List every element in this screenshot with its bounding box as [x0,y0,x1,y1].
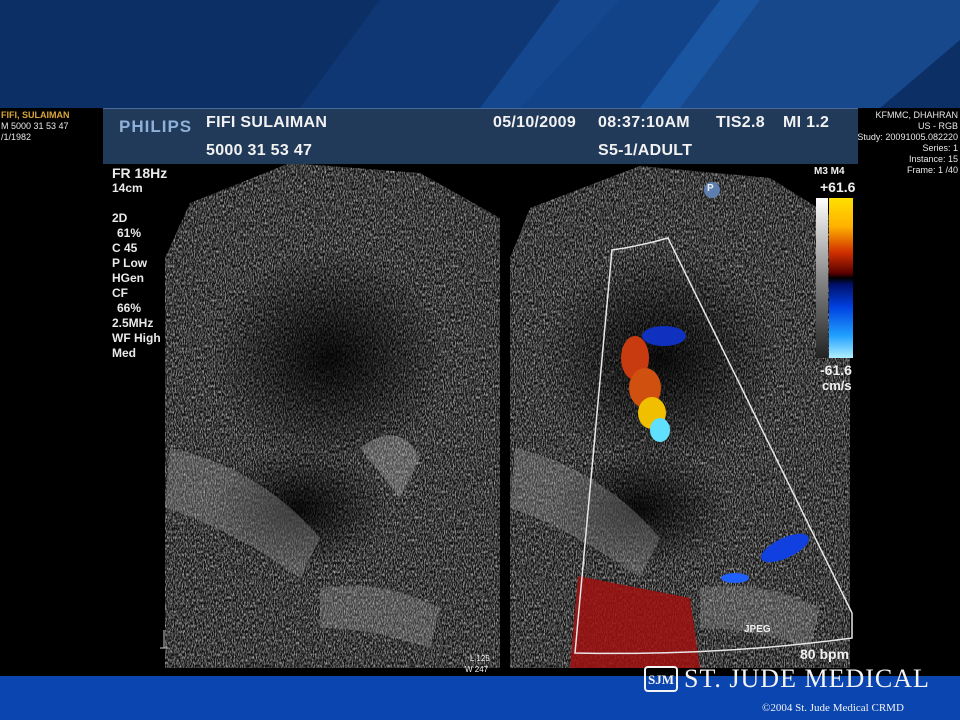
right-study-info: KFMMC, DHAHRAN US - RGB Study: 20091005.… [857,110,958,176]
footer-brand: ST. JUDE MEDICAL [684,664,930,693]
exam-time: 08:37:10AM [598,114,690,131]
frame: Frame: 1 /40 [906,165,958,175]
left-patient-name: FIFI, SULAIMAN [1,110,70,120]
gain-cf: 66% [117,301,142,315]
ultrasound-images [160,163,853,668]
level-value: L 125 [470,654,490,663]
footer-copyright: ©2004 St. Jude Medical CRMD [762,702,904,714]
echo-screen: FIFI, SULAIMAN M 5000 31 53 47 /1/1982 K… [0,108,960,676]
grayscale-bar [816,198,828,358]
heart-rate: 80 bpm [800,646,850,662]
depth: 14cm [112,181,143,195]
frequency: 2.5MHz [112,316,154,330]
left-patient-info: FIFI, SULAIMAN M 5000 31 53 47 /1/1982 [1,110,70,143]
velocity-max: +61.6 [820,179,856,195]
probe-preset: S5-1/ADULT [598,142,693,159]
compress: C 45 [112,241,138,255]
patient-name: FIFI SULAIMAN [206,114,328,131]
velocity-min: -61.6 [820,362,852,378]
mode-cf: CF [112,286,128,300]
institution: KFMMC, DHAHRAN [875,110,959,120]
left-patient-id: M 5000 31 53 47 [1,121,69,131]
colormap-label: M3 M4 [814,166,845,177]
right-color-flow-image [510,166,850,668]
harmonic: HGen [112,271,145,285]
svg-text:SJM: SJM [648,672,674,687]
jpeg-label: JPEG [744,624,771,635]
patient-id: 5000 31 53 47 [206,142,313,159]
velocity-color-bar [829,198,853,358]
left-2d-image [165,163,500,668]
study-id: Study: 20091005.082220 [857,132,958,142]
brand-logo: PHILIPS [119,117,193,136]
width-value: W 247 [465,665,489,674]
exam-date: 05/10/2009 [493,114,577,131]
gain-2d: 61% [117,226,142,240]
sjm-logo-icon: SJM [644,666,678,692]
wall-filter: WF High [112,331,161,345]
scanner-header: PHILIPS FIFI SULAIMAN 5000 31 53 47 05/1… [103,108,858,164]
power: P Low [112,256,148,270]
orientation-label: P [707,183,714,194]
tis-value: TIS2.8 [716,114,765,131]
left-patient-dob: /1/1982 [1,132,32,142]
series: Series: 1 [922,143,958,153]
presentation-slide: FIFI, SULAIMAN M 5000 31 53 47 /1/1982 K… [0,0,960,720]
flow-speed: Med [112,346,136,360]
instance: Instance: 15 [908,154,958,164]
mi-value: MI 1.2 [783,114,830,131]
velocity-unit: cm/s [822,378,852,393]
frame-rate: FR 18Hz [112,165,168,181]
modality: US - RGB [917,121,958,131]
mode-2d: 2D [112,211,128,225]
